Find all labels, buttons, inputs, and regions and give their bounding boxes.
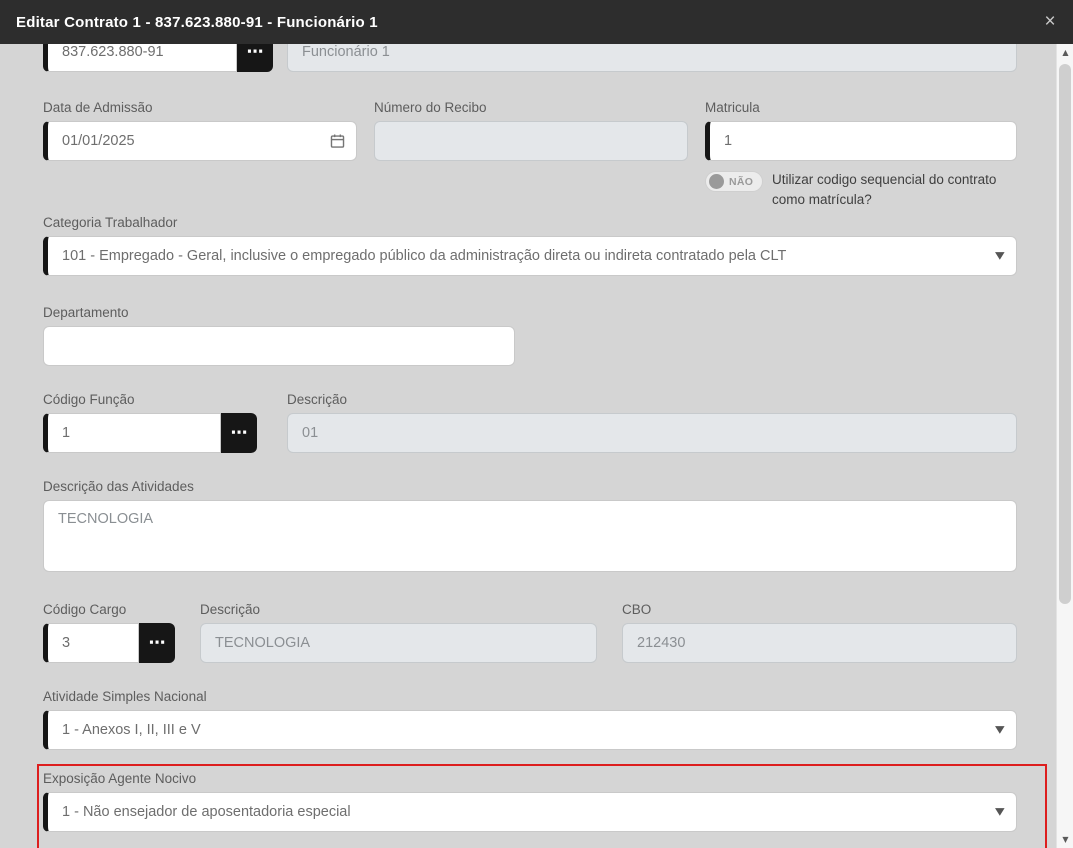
exposicao-select[interactable]: 1 - Não ensejador de aposentadoria espec… <box>43 792 1017 832</box>
data-admissao-field: Data de Admissão <box>43 100 357 161</box>
close-icon[interactable]: × <box>1033 0 1067 44</box>
matricula-input[interactable] <box>705 121 1017 161</box>
scroll-up-button[interactable]: ▲ <box>1057 44 1073 61</box>
toggle-knob-icon <box>709 174 724 189</box>
atividade-simples-field: Atividade Simples Nacional 1 - Anexos I,… <box>43 689 1017 750</box>
funcionario-field <box>287 44 1017 72</box>
atividade-simples-value: 1 - Anexos I, II, III e V <box>62 722 201 738</box>
arrow-up-icon: ▲ <box>1062 48 1068 57</box>
cargo-descricao-field: Descrição <box>200 602 597 663</box>
departamento-field: Departamento <box>43 305 1017 366</box>
numero-recibo-input <box>374 121 688 161</box>
codigo-funcao-field: Código Função ⋯ <box>43 392 257 453</box>
categoria-value: 101 - Empregado - Geral, inclusive o emp… <box>62 248 786 264</box>
matricula-field: Matricula NÃO Utilizar codigo sequencial… <box>705 100 1017 209</box>
atividade-simples-select[interactable]: 1 - Anexos I, II, III e V ▼ <box>43 710 1017 750</box>
row-identification: ⋯ <box>43 44 1017 72</box>
modal-title: Editar Contrato 1 - 837.623.880-91 - Fun… <box>16 14 378 31</box>
cbo-field: CBO <box>622 602 1017 663</box>
atividades-field: Descrição das Atividades TECNOLOGIA <box>43 479 1017 577</box>
codigo-funcao-browse-button[interactable]: ⋯ <box>221 413 257 453</box>
calendar-icon[interactable] <box>329 133 346 150</box>
arrow-down-icon: ▼ <box>1062 835 1068 844</box>
cpf-field-group: ⋯ <box>43 44 273 72</box>
categoria-label: Categoria Trabalhador <box>43 215 1017 230</box>
atividades-textarea[interactable]: TECNOLOGIA <box>43 500 1017 572</box>
exposicao-field: Exposição Agente Nocivo 1 - Não ensejado… <box>43 771 1017 832</box>
departamento-label: Departamento <box>43 305 1017 320</box>
codigo-cargo-input[interactable] <box>43 623 139 663</box>
sequencial-toggle[interactable]: NÃO <box>705 171 763 192</box>
highlight-box: Exposição Agente Nocivo 1 - Não ensejado… <box>37 764 1047 848</box>
cargo-descricao-label: Descrição <box>200 602 597 617</box>
funcao-descricao-field: Descrição <box>287 392 1017 453</box>
atividades-label: Descrição das Atividades <box>43 479 1017 494</box>
funcionario-input <box>287 44 1017 72</box>
categoria-field: Categoria Trabalhador 101 - Empregado - … <box>43 215 1017 276</box>
codigo-funcao-input[interactable] <box>43 413 221 453</box>
scrollbar[interactable]: ▲ ▼ <box>1056 44 1073 848</box>
cbo-label: CBO <box>622 602 1017 617</box>
sequencial-question: Utilizar codigo sequencial do contrato c… <box>772 170 1017 209</box>
codigo-cargo-label: Código Cargo <box>43 602 175 617</box>
scroll-thumb[interactable] <box>1059 64 1071 604</box>
codigo-cargo-field: Código Cargo ⋯ <box>43 602 175 663</box>
modal-header: Editar Contrato 1 - 837.623.880-91 - Fun… <box>0 0 1073 44</box>
row-cargo: Código Cargo ⋯ Descrição CBO <box>43 602 1017 663</box>
codigo-funcao-label: Código Função <box>43 392 257 407</box>
numero-recibo-field: Número do Recibo <box>374 100 688 161</box>
cbo-input <box>622 623 1017 663</box>
exposicao-value: 1 - Não ensejador de aposentadoria espec… <box>62 804 351 820</box>
scroll-down-button[interactable]: ▼ <box>1057 831 1073 848</box>
exposicao-label: Exposição Agente Nocivo <box>43 771 1017 786</box>
chevron-down-icon: ▼ <box>995 251 1005 262</box>
codigo-cargo-browse-button[interactable]: ⋯ <box>139 623 175 663</box>
toggle-state-label: NÃO <box>729 176 753 188</box>
numero-recibo-label: Número do Recibo <box>374 100 688 115</box>
modal-body: ⋯ Data de Admissão Número <box>0 44 1056 848</box>
chevron-down-icon: ▼ <box>995 725 1005 736</box>
atividade-simples-label: Atividade Simples Nacional <box>43 689 1017 704</box>
chevron-down-icon: ▼ <box>995 807 1005 818</box>
data-admissao-input[interactable] <box>43 121 357 161</box>
data-admissao-label: Data de Admissão <box>43 100 357 115</box>
cargo-descricao-input <box>200 623 597 663</box>
matricula-label: Matricula <box>705 100 1017 115</box>
row-funcao: Código Função ⋯ Descrição <box>43 392 1017 453</box>
funcao-descricao-input <box>287 413 1017 453</box>
funcao-descricao-label: Descrição <box>287 392 1017 407</box>
cpf-browse-button[interactable]: ⋯ <box>237 44 273 72</box>
categoria-select[interactable]: 101 - Empregado - Geral, inclusive o emp… <box>43 236 1017 276</box>
departamento-input[interactable] <box>43 326 515 366</box>
sequencial-toggle-row: NÃO Utilizar codigo sequencial do contra… <box>705 170 1017 209</box>
row-admissao: Data de Admissão Número do Recibo Matric… <box>43 100 1017 209</box>
cpf-input[interactable] <box>43 44 237 72</box>
